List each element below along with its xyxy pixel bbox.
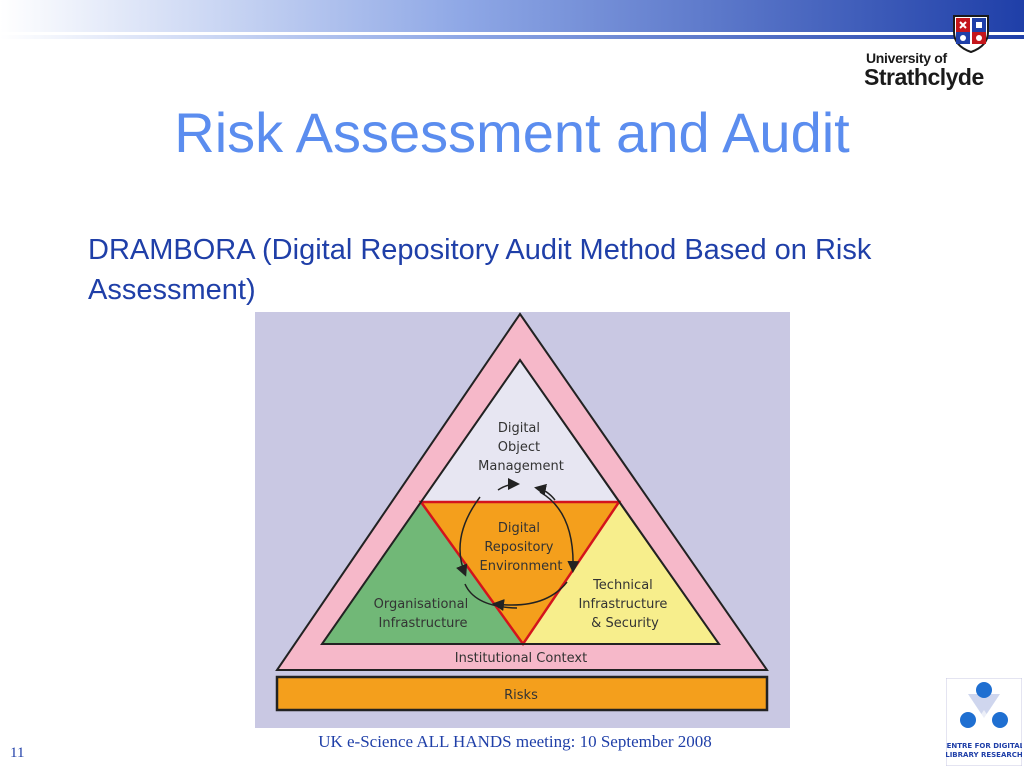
dom-label-line2: Object	[498, 440, 540, 455]
drambora-diagram: Digital Object Management Digital Reposi…	[255, 312, 790, 728]
tech-label-line1: Technical	[592, 578, 653, 593]
footer-text: UK e-Science ALL HANDS meeting: 10 Septe…	[318, 732, 712, 751]
dom-label-line3: Management	[478, 459, 564, 474]
tech-label-line2: Infrastructure	[578, 597, 667, 612]
crest-icon	[953, 15, 989, 54]
university-name-line2: Strathclyde	[864, 64, 984, 90]
dre-label-line3: Environment	[479, 559, 562, 574]
org-label-line2: Infrastructure	[379, 616, 468, 631]
slide-subtitle: DRAMBORA (Digital Repository Audit Metho…	[88, 234, 872, 306]
institutional-context-label: Institutional Context	[455, 651, 587, 666]
slide-title: Risk Assessment and Audit	[174, 101, 850, 164]
dre-label-line1: Digital	[498, 521, 540, 536]
org-label-line1: Organisational	[374, 597, 469, 612]
cdlr-line1: CENTRE FOR DIGITAL	[946, 742, 1022, 750]
page-number: 11	[10, 745, 25, 761]
tech-label-line3: & Security	[591, 616, 659, 631]
cdlr-logo: CENTRE FOR DIGITAL LIBRARY RESEARCH	[941, 677, 1024, 767]
dre-label-line2: Repository	[484, 540, 553, 555]
dom-label-line1: Digital	[498, 421, 540, 436]
cdlr-line2: LIBRARY RESEARCH	[946, 751, 1022, 759]
risks-label: Risks	[504, 688, 538, 703]
svg-text:CENTRE FOR DIGITAL LIBRA: CENTRE FOR DIGITAL LIBRARY RESEARCH	[946, 742, 1022, 759]
